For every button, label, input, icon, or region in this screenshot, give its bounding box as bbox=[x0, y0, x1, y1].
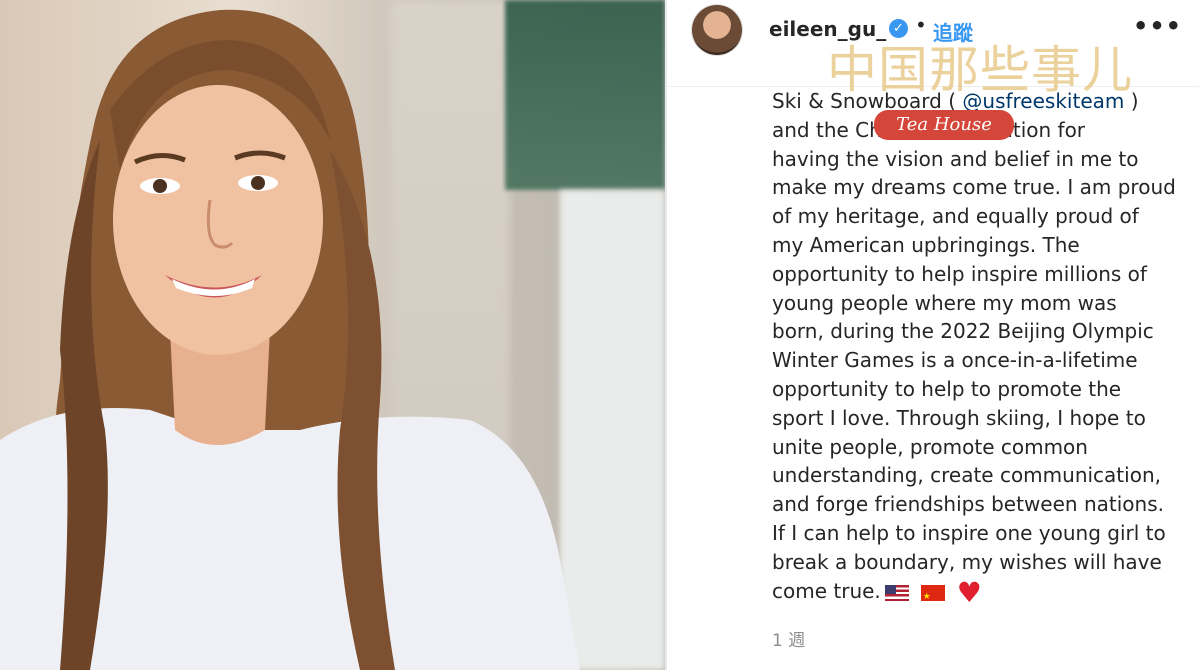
profile-avatar[interactable] bbox=[692, 5, 742, 55]
post-timestamp[interactable]: 1 週 bbox=[772, 626, 805, 651]
caption-line: make my dreams come true. I am proud bbox=[772, 175, 1176, 200]
watermark-badge: Tea House bbox=[874, 110, 1014, 140]
caption-line: understanding, create communication, bbox=[772, 463, 1161, 488]
caption-line: opportunity to help inspire millions of bbox=[772, 261, 1147, 286]
caption-line: and forge friendships between nations. bbox=[772, 492, 1164, 517]
caption-line: If I can help to inspire one young girl … bbox=[772, 520, 1166, 545]
caption-line: of my heritage, and equally proud of bbox=[772, 204, 1139, 229]
caption-line: Winter Games is a once-in-a-lifetime bbox=[772, 348, 1138, 373]
china-flag-icon bbox=[920, 583, 945, 612]
caption-line: break a boundary, my wishes will have bbox=[772, 549, 1162, 574]
us-flag-icon bbox=[884, 585, 909, 602]
post-caption: Ski & Snowboard ( @usfreeskiteam ) and t… bbox=[772, 87, 1192, 612]
caption-line: opportunity to help to promote the bbox=[772, 376, 1122, 401]
red-heart-icon: ♥ bbox=[956, 576, 982, 610]
post-photo[interactable] bbox=[0, 0, 665, 670]
caption-line: born, during the 2022 Beijing Olympic bbox=[772, 319, 1154, 344]
instagram-post-panel: eileen_gu_ ✓ • 追蹤 ••• 中国那些事儿 Ski & Snowb… bbox=[667, 0, 1199, 670]
caption-line: my American upbringings. The bbox=[772, 232, 1080, 257]
caption-line: having the vision and belief in me to bbox=[772, 146, 1139, 171]
portrait-illustration bbox=[0, 9, 580, 670]
caption-line: young people where my mom was bbox=[772, 290, 1117, 315]
more-options-icon[interactable]: ••• bbox=[1133, 12, 1182, 40]
caption-line: unite people, promote common bbox=[772, 434, 1088, 459]
caption-line: sport I love. Through skiing, I hope to bbox=[772, 405, 1146, 430]
caption-last-line: come true.♥ bbox=[772, 576, 1192, 612]
